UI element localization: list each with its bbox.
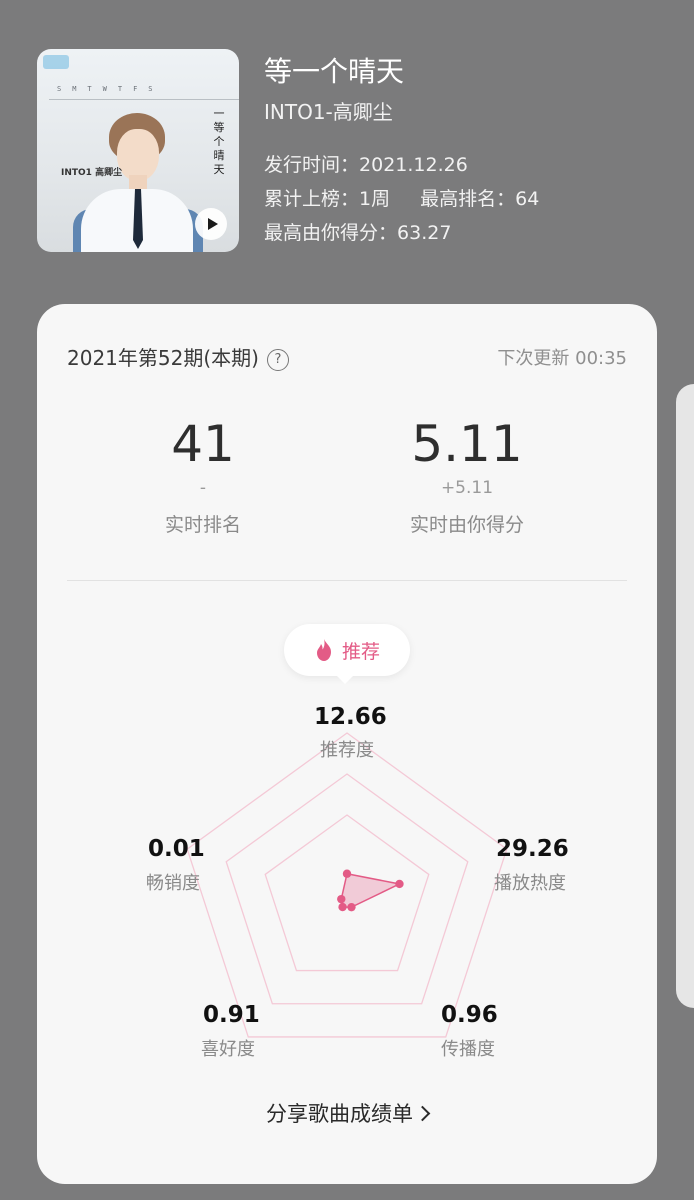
radar-point-like — [338, 902, 347, 912]
cover-side-title: 一等个晴天 — [213, 107, 225, 176]
release-date-label: 发行时间： — [264, 154, 360, 176]
album-cover[interactable]: SMTWTFS INTO1 高卿尘 一等个晴天 — [37, 49, 239, 252]
share-scorecard-button[interactable]: 分享歌曲成绩单 — [37, 1098, 657, 1128]
radar-grid-ring — [186, 732, 508, 1038]
best-score-label: 最高由你得分： — [264, 222, 398, 244]
artist-name[interactable]: INTO1-高卿尘 — [264, 96, 393, 125]
next-update: 下次更新 00:35 — [497, 344, 627, 370]
peak-rank-label: 最高排名： — [420, 188, 516, 210]
share-label: 分享歌曲成绩单 — [266, 1102, 413, 1126]
next-update-label: 下次更新 — [497, 348, 570, 369]
next-update-time: 00:35 — [575, 348, 627, 369]
chart-history-row: 累计上榜：1周 最高排名：64 — [264, 184, 539, 211]
radar-grid — [186, 732, 508, 1038]
weeks-on-chart-value: 1周 — [359, 188, 391, 210]
play-heat-value: 29.26 — [496, 836, 569, 862]
radar-data-shape — [340, 872, 402, 908]
radar-data-points — [337, 869, 404, 912]
calendar-weekdays: SMTWTFS — [57, 85, 164, 93]
score-value: 5.11 — [411, 415, 523, 473]
period-title: 2021年第52期(本期)? — [67, 342, 289, 371]
radar-grid-ring — [264, 814, 430, 972]
divider — [67, 580, 627, 581]
rank-value: 41 — [171, 415, 235, 473]
peak-rank-value: 64 — [515, 188, 540, 210]
question-circle-icon[interactable]: ? — [266, 348, 289, 371]
sales-label: 畅销度 — [146, 873, 200, 894]
song-title: 等一个晴天 — [264, 55, 405, 88]
like-label: 喜好度 — [201, 1039, 255, 1060]
logo-mark-icon — [43, 55, 69, 69]
release-date-value: 2021.12.26 — [359, 154, 468, 176]
realtime-rank: 41 - 实时排名 — [83, 414, 323, 537]
score-delta: +5.11 — [440, 478, 494, 498]
weeks-on-chart-label: 累计上榜： — [264, 188, 360, 210]
play-button[interactable] — [195, 208, 227, 240]
radar-grid-ring — [225, 773, 469, 1005]
play-icon — [207, 218, 218, 230]
best-score-value: 63.27 — [397, 222, 452, 244]
recommend-badge-label: 推荐 — [341, 640, 380, 663]
chevron-right-icon — [414, 1105, 431, 1122]
sales-value: 0.01 — [148, 836, 205, 862]
spread-value: 0.96 — [441, 1002, 498, 1028]
rank-label: 实时排名 — [164, 514, 241, 536]
play-heat-label: 播放热度 — [494, 873, 566, 894]
recommend-label: 推荐度 — [320, 740, 374, 761]
edge-scroll-handle[interactable] — [676, 384, 694, 1008]
radar-point-play-heat — [395, 879, 404, 889]
radar-point-spread — [347, 902, 356, 912]
radar-point-recommend — [342, 869, 352, 878]
best-score-row: 最高由你得分：63.27 — [264, 218, 451, 245]
release-date-row: 发行时间：2021.12.26 — [264, 150, 468, 177]
radar-point-sales — [337, 894, 346, 904]
fire-icon — [316, 639, 331, 661]
rank-delta: - — [199, 478, 207, 498]
period-label: 2021年第52期(本期) — [67, 346, 259, 370]
recommend-value: 12.66 — [314, 704, 387, 730]
calendar-line — [49, 99, 239, 100]
realtime-score: 5.11 +5.11 实时由你得分 — [347, 414, 587, 537]
recommend-badge[interactable]: 推荐 — [284, 624, 410, 684]
like-value: 0.91 — [203, 1002, 260, 1028]
cover-caption: INTO1 高卿尘 — [61, 168, 123, 178]
spread-label: 传播度 — [441, 1039, 495, 1060]
artist-photo-face — [117, 129, 159, 181]
chart-page: SMTWTFS INTO1 高卿尘 一等个晴天 等一个晴天 INTO1-高卿尘 … — [0, 0, 694, 1200]
score-card: 2021年第52期(本期)? 下次更新 00:35 41 - 实时排名 5.11… — [37, 304, 657, 1184]
score-label: 实时由你得分 — [409, 514, 524, 536]
